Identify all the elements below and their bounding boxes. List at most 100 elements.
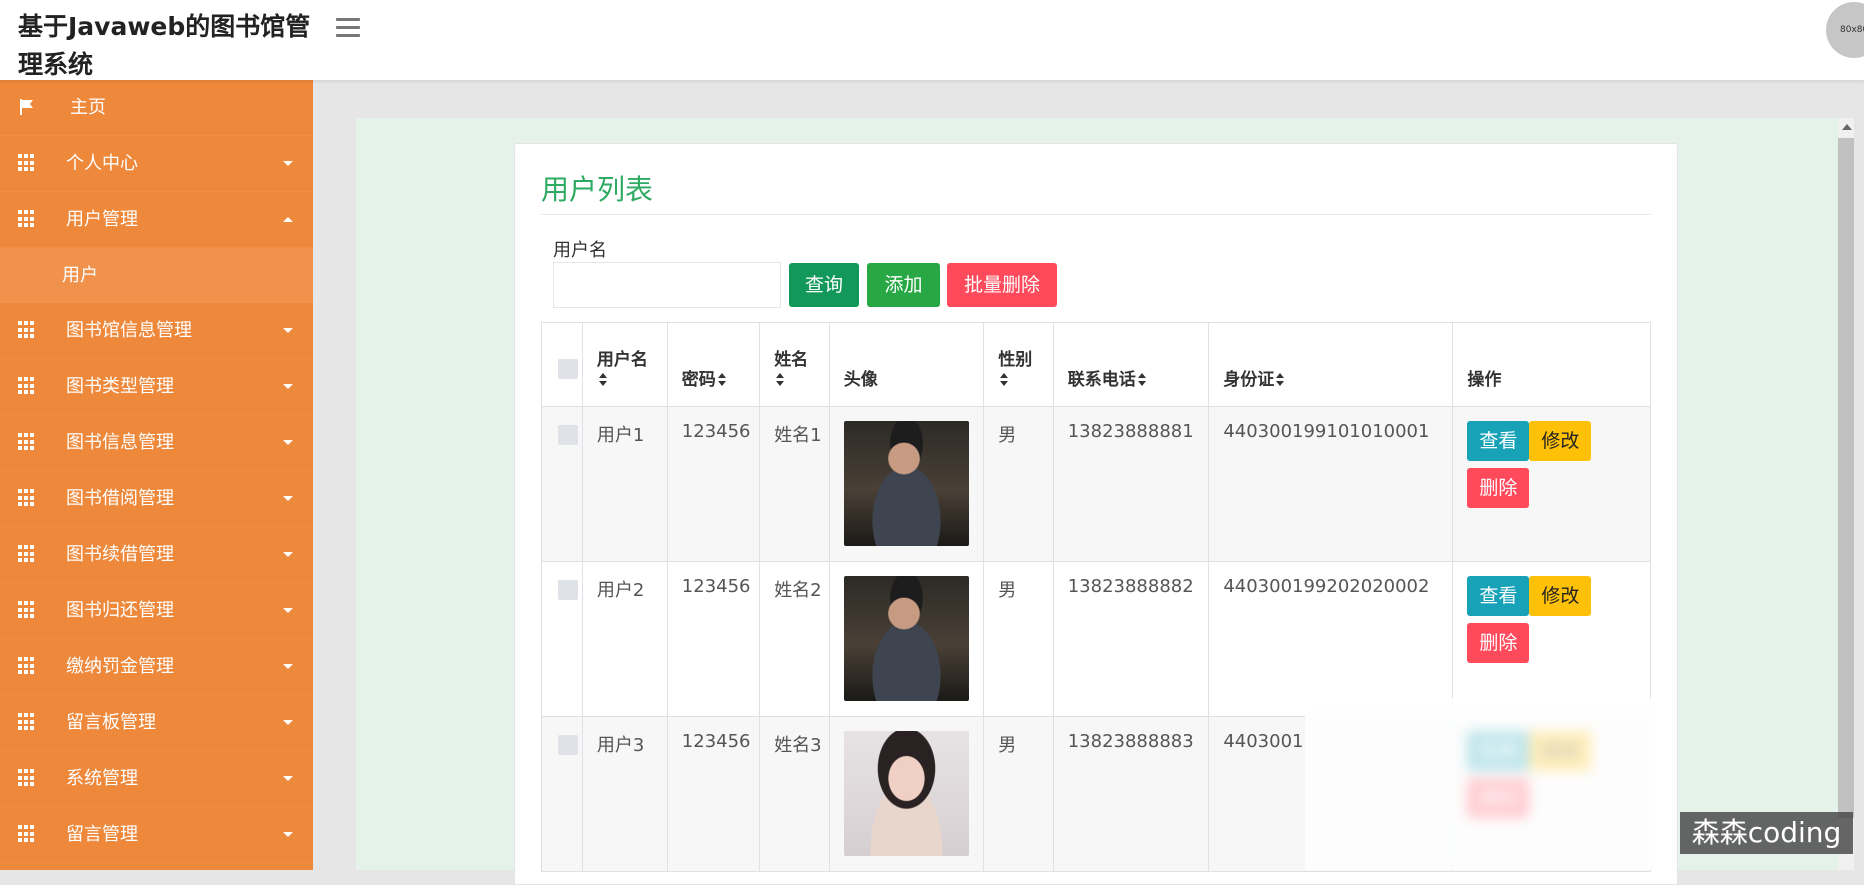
sidebar: 主页 个人中心 用户管理 用户 图书馆信息管理 图书类型管理 图书信息管理 图书… — [0, 80, 313, 870]
sidebar-item-book-borrow[interactable]: 图书借阅管理 — [0, 471, 313, 527]
search-label: 用户名 — [553, 240, 607, 261]
caret-down-icon — [283, 384, 293, 389]
cell-name: 姓名3 — [759, 716, 830, 872]
sidebar-item-label: 图书借阅管理 — [66, 488, 174, 509]
grid-icon — [18, 489, 36, 507]
sidebar-item-label: 留言板管理 — [66, 712, 156, 733]
caret-down-icon — [283, 328, 293, 333]
view-button[interactable]: 查看 — [1467, 421, 1530, 461]
user-photo — [843, 731, 969, 856]
scroll-up-icon[interactable] — [1842, 124, 1852, 130]
divider — [541, 214, 1651, 215]
sidebar-subitem-user[interactable]: 用户 — [0, 248, 313, 303]
sidebar-item-label: 图书归还管理 — [66, 600, 174, 621]
sidebar-item-label: 留言管理 — [66, 824, 138, 845]
sort-icon[interactable] — [776, 373, 785, 387]
grid-icon — [18, 210, 36, 228]
sort-icon[interactable] — [598, 373, 607, 387]
query-button[interactable]: 查询 — [789, 263, 859, 307]
sidebar-item-book-renew[interactable]: 图书续借管理 — [0, 527, 313, 583]
caret-down-icon — [283, 664, 293, 669]
sort-icon[interactable] — [717, 373, 726, 387]
sidebar-item-user-management[interactable]: 用户管理 — [0, 192, 313, 248]
vertical-scrollbar[interactable] — [1838, 118, 1854, 870]
cell-phone: 13823888882 — [1052, 561, 1210, 717]
sidebar-item-message[interactable]: 留言管理 — [0, 807, 313, 863]
column-header-phone[interactable]: 联系电话 — [1052, 322, 1210, 407]
row-checkbox[interactable] — [558, 735, 578, 755]
sort-icon[interactable] — [1276, 373, 1285, 387]
sidebar-item-personal-center[interactable]: 个人中心 — [0, 136, 313, 192]
sidebar-item-label: 图书信息管理 — [66, 432, 174, 453]
sort-icon[interactable] — [1137, 373, 1146, 387]
column-header-username[interactable]: 用户名 — [581, 322, 668, 407]
column-header-id-card[interactable]: 身份证 — [1208, 322, 1454, 407]
table-row: 用户1 123456 姓名1 男 13823888881 44030019910… — [541, 406, 1651, 562]
batch-delete-button[interactable]: 批量删除 — [947, 263, 1057, 307]
add-button[interactable]: 添加 — [867, 263, 940, 307]
sidebar-item-home[interactable]: 主页 — [0, 80, 313, 136]
caret-down-icon — [283, 440, 293, 445]
edit-button[interactable]: 修改 — [1529, 421, 1592, 461]
grid-icon — [18, 377, 36, 395]
username-search-input[interactable] — [553, 262, 781, 308]
sidebar-item-book-return[interactable]: 图书归还管理 — [0, 583, 313, 639]
sidebar-item-system[interactable]: 系统管理 — [0, 751, 313, 807]
caret-down-icon — [283, 552, 293, 557]
user-photo — [843, 576, 969, 701]
sidebar-item-label: 缴纳罚金管理 — [66, 656, 174, 677]
grid-icon — [18, 601, 36, 619]
grid-icon — [18, 154, 36, 172]
column-header-name[interactable]: 姓名 — [759, 322, 830, 407]
grid-icon — [18, 321, 36, 339]
column-header-password[interactable]: 密码 — [666, 322, 761, 407]
app-title: 基于Javaweb的图书馆管理系统 — [18, 12, 311, 79]
select-all-checkbox[interactable] — [558, 359, 578, 379]
blur-overlay — [1305, 698, 1673, 870]
cell-gender: 男 — [983, 406, 1054, 562]
sidebar-item-book-info[interactable]: 图书信息管理 — [0, 415, 313, 471]
cell-phone: 13823888883 — [1052, 716, 1210, 872]
sidebar-item-message-board[interactable]: 留言板管理 — [0, 695, 313, 751]
cell-avatar — [828, 716, 985, 872]
sidebar-item-label: 图书类型管理 — [66, 376, 174, 397]
edit-button[interactable]: 修改 — [1529, 576, 1592, 616]
column-header-gender[interactable]: 性别 — [983, 322, 1054, 407]
row-checkbox[interactable] — [558, 425, 578, 445]
grid-icon — [18, 433, 36, 451]
cell-password: 123456 — [666, 716, 761, 872]
row-select-cell — [541, 406, 583, 562]
page-title: 用户列表 — [541, 173, 654, 206]
top-header: 基于Javaweb的图书馆管理系统 80x80 — [0, 0, 1864, 80]
grid-icon — [18, 713, 36, 731]
delete-button[interactable]: 删除 — [1467, 468, 1530, 508]
cell-username: 用户2 — [581, 561, 668, 717]
menu-toggle-icon[interactable] — [336, 18, 360, 38]
sidebar-item-library-info[interactable]: 图书馆信息管理 — [0, 303, 313, 359]
sidebar-item-fine-payment[interactable]: 缴纳罚金管理 — [0, 639, 313, 695]
select-all-cell — [541, 322, 583, 407]
sidebar-item-label: 图书续借管理 — [66, 544, 174, 565]
user-avatar[interactable]: 80x80 — [1826, 2, 1864, 58]
delete-button[interactable]: 删除 — [1467, 623, 1530, 663]
cell-avatar — [828, 561, 985, 717]
sort-icon[interactable] — [1000, 373, 1009, 387]
cell-actions: 查看 修改 删除 — [1452, 561, 1651, 717]
caret-down-icon — [283, 608, 293, 613]
column-header-avatar: 头像 — [828, 322, 985, 407]
flag-icon — [20, 99, 33, 115]
grid-icon — [18, 825, 36, 843]
grid-icon — [18, 545, 36, 563]
cell-actions: 查看 修改 删除 — [1452, 406, 1651, 562]
view-button[interactable]: 查看 — [1467, 576, 1530, 616]
sidebar-item-label: 用户管理 — [66, 209, 138, 230]
caret-down-icon — [283, 496, 293, 501]
cell-username: 用户1 — [581, 406, 668, 562]
sidebar-item-book-type[interactable]: 图书类型管理 — [0, 359, 313, 415]
cell-username: 用户3 — [581, 716, 668, 872]
caret-down-icon — [283, 161, 293, 166]
grid-icon — [18, 769, 36, 787]
cell-password: 123456 — [666, 561, 761, 717]
row-checkbox[interactable] — [558, 580, 578, 600]
scrollbar-thumb[interactable] — [1838, 138, 1854, 818]
